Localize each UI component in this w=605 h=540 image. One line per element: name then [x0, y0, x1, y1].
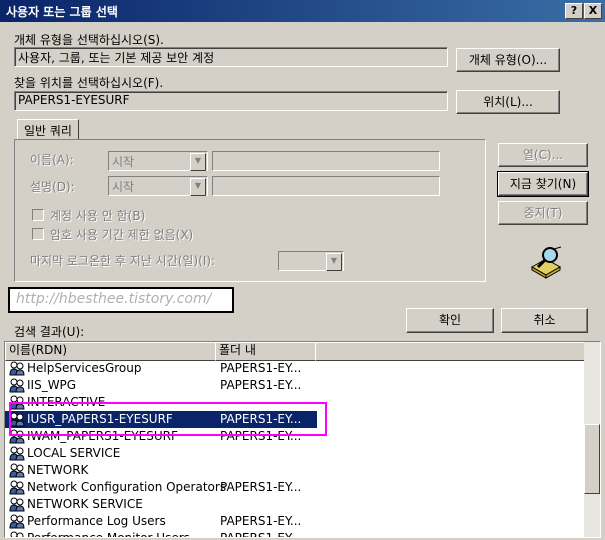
row-name: Performance Monitor Users	[27, 531, 190, 538]
description-label: 설명(D):	[30, 180, 75, 194]
columns-button[interactable]: 열(C)...	[498, 143, 588, 167]
close-button[interactable]: X	[584, 3, 602, 19]
object-types-button[interactable]: 개체 유형(O)...	[456, 48, 560, 72]
search-results-list[interactable]: 이름(RDN) 폴더 내 HelpServicesGroup PAPERS1-EY…	[4, 341, 601, 538]
column-header-folder[interactable]: 폴더 내	[215, 342, 320, 361]
row-folder: PAPERS1-EY...	[220, 361, 302, 375]
help-button[interactable]: ?	[565, 3, 583, 19]
description-input[interactable]	[212, 176, 440, 196]
row-name: NETWORK	[27, 463, 89, 477]
table-row[interactable]: NETWORK	[5, 462, 583, 479]
table-row[interactable]: LOCAL SERVICE	[5, 445, 583, 462]
user-group-icon	[9, 531, 25, 537]
user-group-icon	[9, 514, 25, 529]
table-row[interactable]: NETWORK SERVICE	[5, 496, 583, 513]
user-group-icon	[9, 446, 25, 461]
disabled-accounts-checkbox[interactable]	[32, 209, 44, 221]
search-results-label: 검색 결과(U):	[14, 325, 85, 339]
table-row[interactable]: Performance Log Users PAPERS1-EY...	[5, 513, 583, 530]
ok-button[interactable]: 확인	[406, 308, 494, 333]
table-row[interactable]: Network Configuration Operators PAPERS1-E…	[5, 479, 583, 496]
highlight-annotation-box	[9, 402, 327, 436]
title-bar[interactable]: 사용자 또는 그룹 선택 ? X	[0, 0, 605, 22]
row-name: Performance Log Users	[27, 514, 166, 528]
location-label: 찾을 위치를 선택하십시오(F).	[14, 76, 164, 90]
name-mode-select[interactable]: 시작 ▼	[108, 151, 208, 171]
row-folder: PAPERS1-EY...	[220, 378, 302, 392]
user-group-icon	[9, 480, 25, 495]
user-group-icon	[9, 497, 25, 512]
directory-search-icon	[528, 245, 564, 279]
table-row[interactable]: IIS_WPG PAPERS1-EY...	[5, 377, 583, 394]
location-field: PAPERS1-EYESURF	[14, 91, 448, 111]
user-group-icon	[9, 463, 25, 478]
tab-common-queries[interactable]: 일반 쿼리	[17, 119, 79, 139]
row-folder: PAPERS1-EY...	[220, 480, 302, 494]
days-since-logon-label: 마지막 로그온한 후 지난 시간(일)(I):	[30, 254, 216, 268]
user-group-icon	[9, 361, 25, 376]
row-folder: PAPERS1-EY...	[220, 514, 302, 528]
name-input[interactable]	[212, 151, 440, 171]
vertical-scrollbar[interactable]	[584, 342, 600, 537]
row-name: LOCAL SERVICE	[27, 446, 121, 460]
row-folder: PAPERS1-EY...	[220, 531, 302, 538]
row-name: HelpServicesGroup	[27, 361, 142, 375]
row-name: IIS_WPG	[27, 378, 77, 392]
description-mode-select[interactable]: 시작 ▼	[108, 176, 208, 196]
table-row[interactable]: HelpServicesGroup PAPERS1-EY...	[5, 360, 583, 377]
non-expiring-password-label: 암호 사용 기간 제한 없음(X)	[50, 228, 194, 242]
watermark-url: http://hbesthee.tistory.com/	[8, 287, 234, 313]
column-header-name[interactable]: 이름(RDN)	[5, 342, 220, 361]
days-since-logon-select[interactable]: ▼	[278, 251, 344, 271]
object-type-label: 개체 유형을 선택하십시오(S).	[14, 33, 164, 47]
name-mode-value: 시작	[112, 155, 135, 169]
name-label: 이름(A):	[30, 153, 74, 167]
chevron-down-icon: ▼	[326, 253, 342, 271]
row-name: Network Configuration Operators	[27, 480, 227, 494]
window-title: 사용자 또는 그룹 선택	[6, 5, 118, 19]
table-row[interactable]: Performance Monitor Users PAPERS1-EY...	[5, 530, 583, 538]
disabled-accounts-label: 계정 사용 안 함(B)	[50, 209, 146, 223]
find-now-button[interactable]: 지금 찾기(N)	[497, 171, 589, 197]
user-group-icon	[9, 378, 25, 393]
locations-button[interactable]: 위치(L)...	[456, 90, 560, 114]
chevron-down-icon: ▼	[190, 178, 206, 196]
column-header-empty	[315, 342, 590, 361]
non-expiring-password-checkbox[interactable]	[32, 228, 44, 240]
description-mode-value: 시작	[112, 180, 135, 194]
object-type-field: 사용자, 그룹, 또는 기본 제공 보안 계정	[14, 47, 448, 67]
chevron-down-icon: ▼	[190, 153, 206, 171]
scrollbar-thumb[interactable]	[584, 424, 600, 494]
cancel-button[interactable]: 취소	[501, 308, 588, 333]
stop-button[interactable]: 중지(T)	[498, 201, 588, 225]
row-name: NETWORK SERVICE	[27, 497, 143, 511]
